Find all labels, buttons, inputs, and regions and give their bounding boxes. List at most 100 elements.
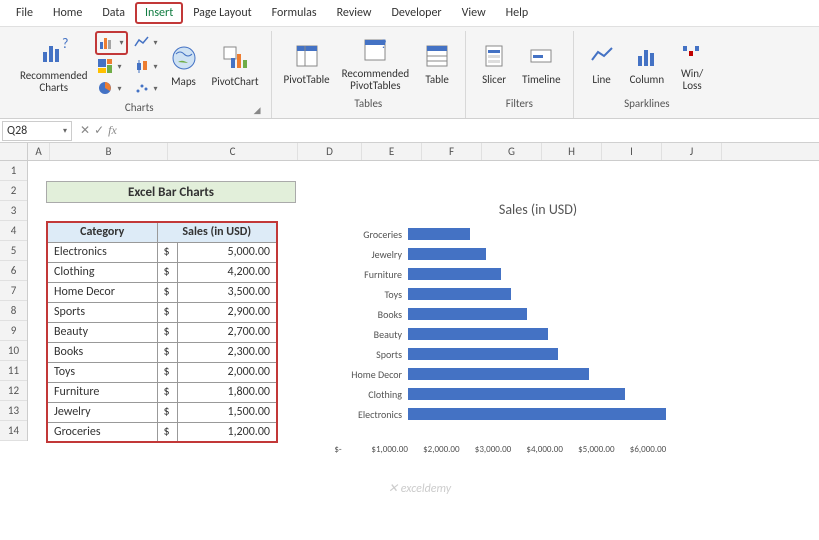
- insert-statistic-chart-button[interactable]: ▾: [132, 57, 160, 77]
- menu-item-help[interactable]: Help: [496, 2, 539, 24]
- menu-item-formulas[interactable]: Formulas: [262, 2, 327, 24]
- currency-cell[interactable]: $: [157, 422, 177, 442]
- table-row[interactable]: Beauty$2,700.00: [47, 322, 277, 342]
- chart-bar[interactable]: [408, 248, 486, 260]
- row-header-2[interactable]: 2: [0, 181, 27, 201]
- column-header-F[interactable]: F: [422, 143, 482, 160]
- column-header-B[interactable]: B: [50, 143, 168, 160]
- menu-item-page-layout[interactable]: Page Layout: [183, 2, 261, 24]
- row-header-11[interactable]: 11: [0, 361, 27, 381]
- menu-item-developer[interactable]: Developer: [382, 2, 452, 24]
- chart-bar[interactable]: [408, 348, 558, 360]
- chart-bar[interactable]: [408, 388, 625, 400]
- chart-bar[interactable]: [408, 228, 470, 240]
- table-row[interactable]: Home Decor$3,500.00: [47, 282, 277, 302]
- data-table[interactable]: Category Sales (in USD) Electronics$5,00…: [46, 221, 278, 443]
- menu-item-insert[interactable]: Insert: [135, 2, 183, 24]
- row-header-5[interactable]: 5: [0, 241, 27, 261]
- insert-hierarchy-chart-button[interactable]: ▾: [95, 57, 127, 77]
- chart-bar[interactable]: [408, 328, 548, 340]
- sparkline-line-button[interactable]: Line: [582, 38, 622, 88]
- chart-title[interactable]: Sales (in USD): [338, 195, 738, 224]
- cancel-icon[interactable]: ✕: [80, 123, 90, 138]
- row-header-3[interactable]: 3: [0, 201, 27, 221]
- row-header-14[interactable]: 14: [0, 421, 27, 441]
- category-cell[interactable]: Beauty: [47, 322, 157, 342]
- table-row[interactable]: Toys$2,000.00: [47, 362, 277, 382]
- sparkline-winloss-button[interactable]: Win/ Loss: [672, 32, 712, 94]
- table-row[interactable]: Groceries$1,200.00: [47, 422, 277, 442]
- row-header-7[interactable]: 7: [0, 281, 27, 301]
- table-row[interactable]: Books$2,300.00: [47, 342, 277, 362]
- column-header-D[interactable]: D: [298, 143, 362, 160]
- menu-item-review[interactable]: Review: [327, 2, 382, 24]
- insert-pie-chart-button[interactable]: ▾: [95, 79, 127, 99]
- value-cell[interactable]: 1,500.00: [177, 402, 277, 422]
- insert-scatter-chart-button[interactable]: ▾: [132, 79, 160, 99]
- value-cell[interactable]: 5,000.00: [177, 242, 277, 262]
- fx-icon[interactable]: fx: [108, 123, 117, 138]
- currency-cell[interactable]: $: [157, 382, 177, 402]
- currency-cell[interactable]: $: [157, 402, 177, 422]
- category-cell[interactable]: Clothing: [47, 262, 157, 282]
- row-header-8[interactable]: 8: [0, 301, 27, 321]
- category-cell[interactable]: Books: [47, 342, 157, 362]
- currency-cell[interactable]: $: [157, 322, 177, 342]
- worksheet[interactable]: Excel Bar Charts Category Sales (in USD)…: [28, 161, 819, 441]
- pivottable-button[interactable]: PivotTable: [280, 38, 334, 88]
- table-row[interactable]: Furniture$1,800.00: [47, 382, 277, 402]
- currency-cell[interactable]: $: [157, 302, 177, 322]
- pivotchart-button[interactable]: PivotChart: [208, 40, 263, 90]
- value-cell[interactable]: 2,300.00: [177, 342, 277, 362]
- column-header-H[interactable]: H: [542, 143, 602, 160]
- table-row[interactable]: Clothing$4,200.00: [47, 262, 277, 282]
- value-cell[interactable]: 4,200.00: [177, 262, 277, 282]
- sparkline-column-button[interactable]: Column: [626, 38, 669, 88]
- value-cell[interactable]: 2,000.00: [177, 362, 277, 382]
- category-cell[interactable]: Electronics: [47, 242, 157, 262]
- chart-bar[interactable]: [408, 268, 501, 280]
- maps-button[interactable]: Maps: [164, 40, 204, 90]
- category-cell[interactable]: Toys: [47, 362, 157, 382]
- row-header-10[interactable]: 10: [0, 341, 27, 361]
- currency-cell[interactable]: $: [157, 242, 177, 262]
- row-header-13[interactable]: 13: [0, 401, 27, 421]
- chart[interactable]: Sales (in USD) GroceriesJewelryFurniture…: [338, 195, 738, 475]
- category-cell[interactable]: Furniture: [47, 382, 157, 402]
- category-cell[interactable]: Groceries: [47, 422, 157, 442]
- value-cell[interactable]: 3,500.00: [177, 282, 277, 302]
- row-header-6[interactable]: 6: [0, 261, 27, 281]
- table-row[interactable]: Sports$2,900.00: [47, 302, 277, 322]
- category-cell[interactable]: Sports: [47, 302, 157, 322]
- menu-item-home[interactable]: Home: [43, 2, 92, 24]
- formula-input[interactable]: [123, 122, 819, 140]
- select-all-corner[interactable]: [0, 143, 28, 160]
- chart-bar[interactable]: [408, 368, 589, 380]
- category-cell[interactable]: Home Decor: [47, 282, 157, 302]
- column-header-I[interactable]: I: [602, 143, 662, 160]
- chart-bar[interactable]: [408, 288, 511, 300]
- row-header-1[interactable]: 1: [0, 161, 27, 181]
- insert-column-chart-button[interactable]: ▾: [95, 31, 127, 55]
- charts-dialog-launcher[interactable]: ◢: [254, 105, 261, 116]
- menu-item-data[interactable]: Data: [92, 2, 135, 24]
- menu-item-view[interactable]: View: [452, 2, 496, 24]
- value-cell[interactable]: 1,800.00: [177, 382, 277, 402]
- table-row[interactable]: Jewelry$1,500.00: [47, 402, 277, 422]
- column-header-E[interactable]: E: [362, 143, 422, 160]
- recommended-charts-button[interactable]: ? Recommended Charts: [16, 34, 91, 96]
- column-header-G[interactable]: G: [482, 143, 542, 160]
- row-header-4[interactable]: 4: [0, 221, 27, 241]
- value-cell[interactable]: 2,700.00: [177, 322, 277, 342]
- row-header-12[interactable]: 12: [0, 381, 27, 401]
- table-row[interactable]: Electronics$5,000.00: [47, 242, 277, 262]
- insert-line-chart-button[interactable]: ▾: [132, 31, 160, 55]
- currency-cell[interactable]: $: [157, 342, 177, 362]
- chart-plot-area[interactable]: GroceriesJewelryFurnitureToysBooksBeauty…: [338, 224, 738, 444]
- table-header-sales[interactable]: Sales (in USD): [157, 222, 277, 242]
- column-header-J[interactable]: J: [662, 143, 722, 160]
- title-cell[interactable]: Excel Bar Charts: [46, 181, 296, 203]
- enter-icon[interactable]: ✓: [94, 123, 104, 138]
- chart-bar[interactable]: [408, 408, 666, 420]
- row-header-9[interactable]: 9: [0, 321, 27, 341]
